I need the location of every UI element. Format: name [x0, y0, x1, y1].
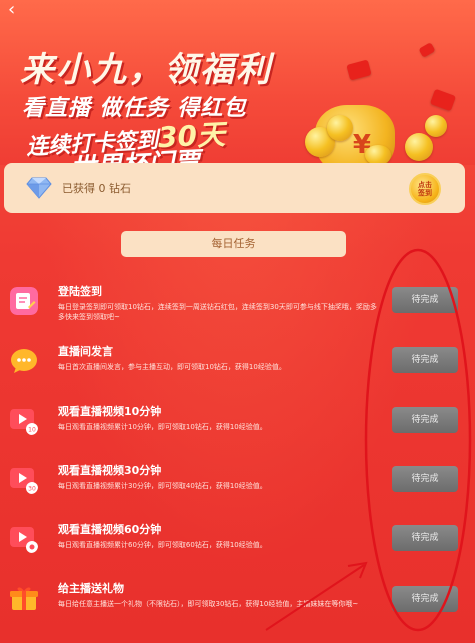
task-description: 每日观看直播视频累计30分钟，即可领取40钻石，获得10经验值。: [58, 482, 267, 490]
task-item-login-signin: 登陆签到 每日登录签到即可领取10钻石，连续签到一周送钻石红包，连续签到30天即…: [0, 283, 475, 341]
video-60-icon: [10, 527, 38, 553]
task-title: 直播间发言: [58, 345, 113, 358]
task-description: 每日给任意主播送一个礼物（不限钻石），即可领取30钻石，获得10经验值，主播妹妹…: [58, 600, 359, 608]
task-item-watch-60min: 观看直播视频60分钟 每日观看直播视频累计60分钟，即可领取60钻石，获得10经…: [0, 521, 475, 579]
task-status-button[interactable]: 待完成: [392, 525, 458, 551]
gift-icon: [10, 587, 38, 610]
task-item-watch-10min: 10 观看直播视频10分钟 每日观看直播视频累计10分钟，即可领取10钻石，获得…: [0, 403, 475, 461]
chat-bubble-icon: [11, 349, 37, 373]
diamond-icon: [26, 177, 52, 199]
task-title: 给主播送礼物: [58, 582, 124, 595]
diamond-balance-text: 已获得 0 钻石: [62, 182, 131, 195]
task-title: 观看直播视频30分钟: [58, 464, 162, 477]
signin-label-1: 点击: [418, 181, 432, 189]
task-description: 每日观看直播视频累计10分钟，即可领取10钻石，获得10经验值。: [58, 423, 267, 431]
task-status-button[interactable]: 待完成: [392, 407, 458, 433]
banner-title: 来小九，领福利: [20, 50, 272, 90]
signin-label-2: 签到: [418, 189, 432, 197]
page: ¥ ‹ 来小九，领福利 看直播 做任务 得红包 连续打卡签到30天 即可世界杯门…: [0, 0, 475, 643]
task-status-button[interactable]: 待完成: [392, 347, 458, 373]
task-description: 每日观看直播视频累计60分钟，即可领取60钻石，获得10经验值。: [58, 541, 267, 549]
coin-pile-illustration: ¥: [305, 75, 455, 165]
task-status-button[interactable]: 待完成: [392, 287, 458, 313]
task-title: 观看直播视频10分钟: [58, 405, 162, 418]
task-item-watch-30min: 30 观看直播视频30分钟 每日观看直播视频累计30分钟，即可领取40钻石，获得…: [0, 462, 475, 520]
promo-banner: ¥ ‹ 来小九，领福利 看直播 做任务 得红包 连续打卡签到30天 即可世界杯门…: [0, 0, 475, 165]
task-description: 每日登录签到即可领取10钻石，连续签到一周送钻石红包，连续签到30天即可参与线下…: [58, 303, 377, 321]
back-arrow-icon[interactable]: ‹: [8, 1, 24, 19]
task-title: 观看直播视频60分钟: [58, 523, 162, 536]
signin-calendar-icon: [10, 287, 38, 315]
video-10-icon: 10: [10, 409, 38, 435]
task-status-button[interactable]: 待完成: [392, 586, 458, 612]
signin-button[interactable]: 点击 签到: [409, 173, 441, 205]
task-item-send-gift: 给主播送礼物 每日给任意主播送一个礼物（不限钻石），即可领取30钻石，获得10经…: [0, 580, 475, 638]
svg-text:10: 10: [28, 427, 36, 434]
task-status-button[interactable]: 待完成: [392, 466, 458, 492]
red-envelope-icon: [418, 42, 436, 58]
video-30-icon: 30: [10, 468, 38, 494]
svg-text:30: 30: [28, 486, 36, 493]
task-title: 登陆签到: [58, 285, 102, 298]
tab-daily-tasks[interactable]: 每日任务: [121, 231, 346, 257]
task-item-live-chat: 直播间发言 每日首次直播间发言，参与主播互动，即可领取10钻石，获得10经验值。…: [0, 343, 475, 401]
task-description: 每日首次直播间发言，参与主播互动，即可领取10钻石，获得10经验值。: [58, 363, 286, 371]
diamond-balance-card: 已获得 0 钻石 点击 签到: [4, 163, 465, 213]
